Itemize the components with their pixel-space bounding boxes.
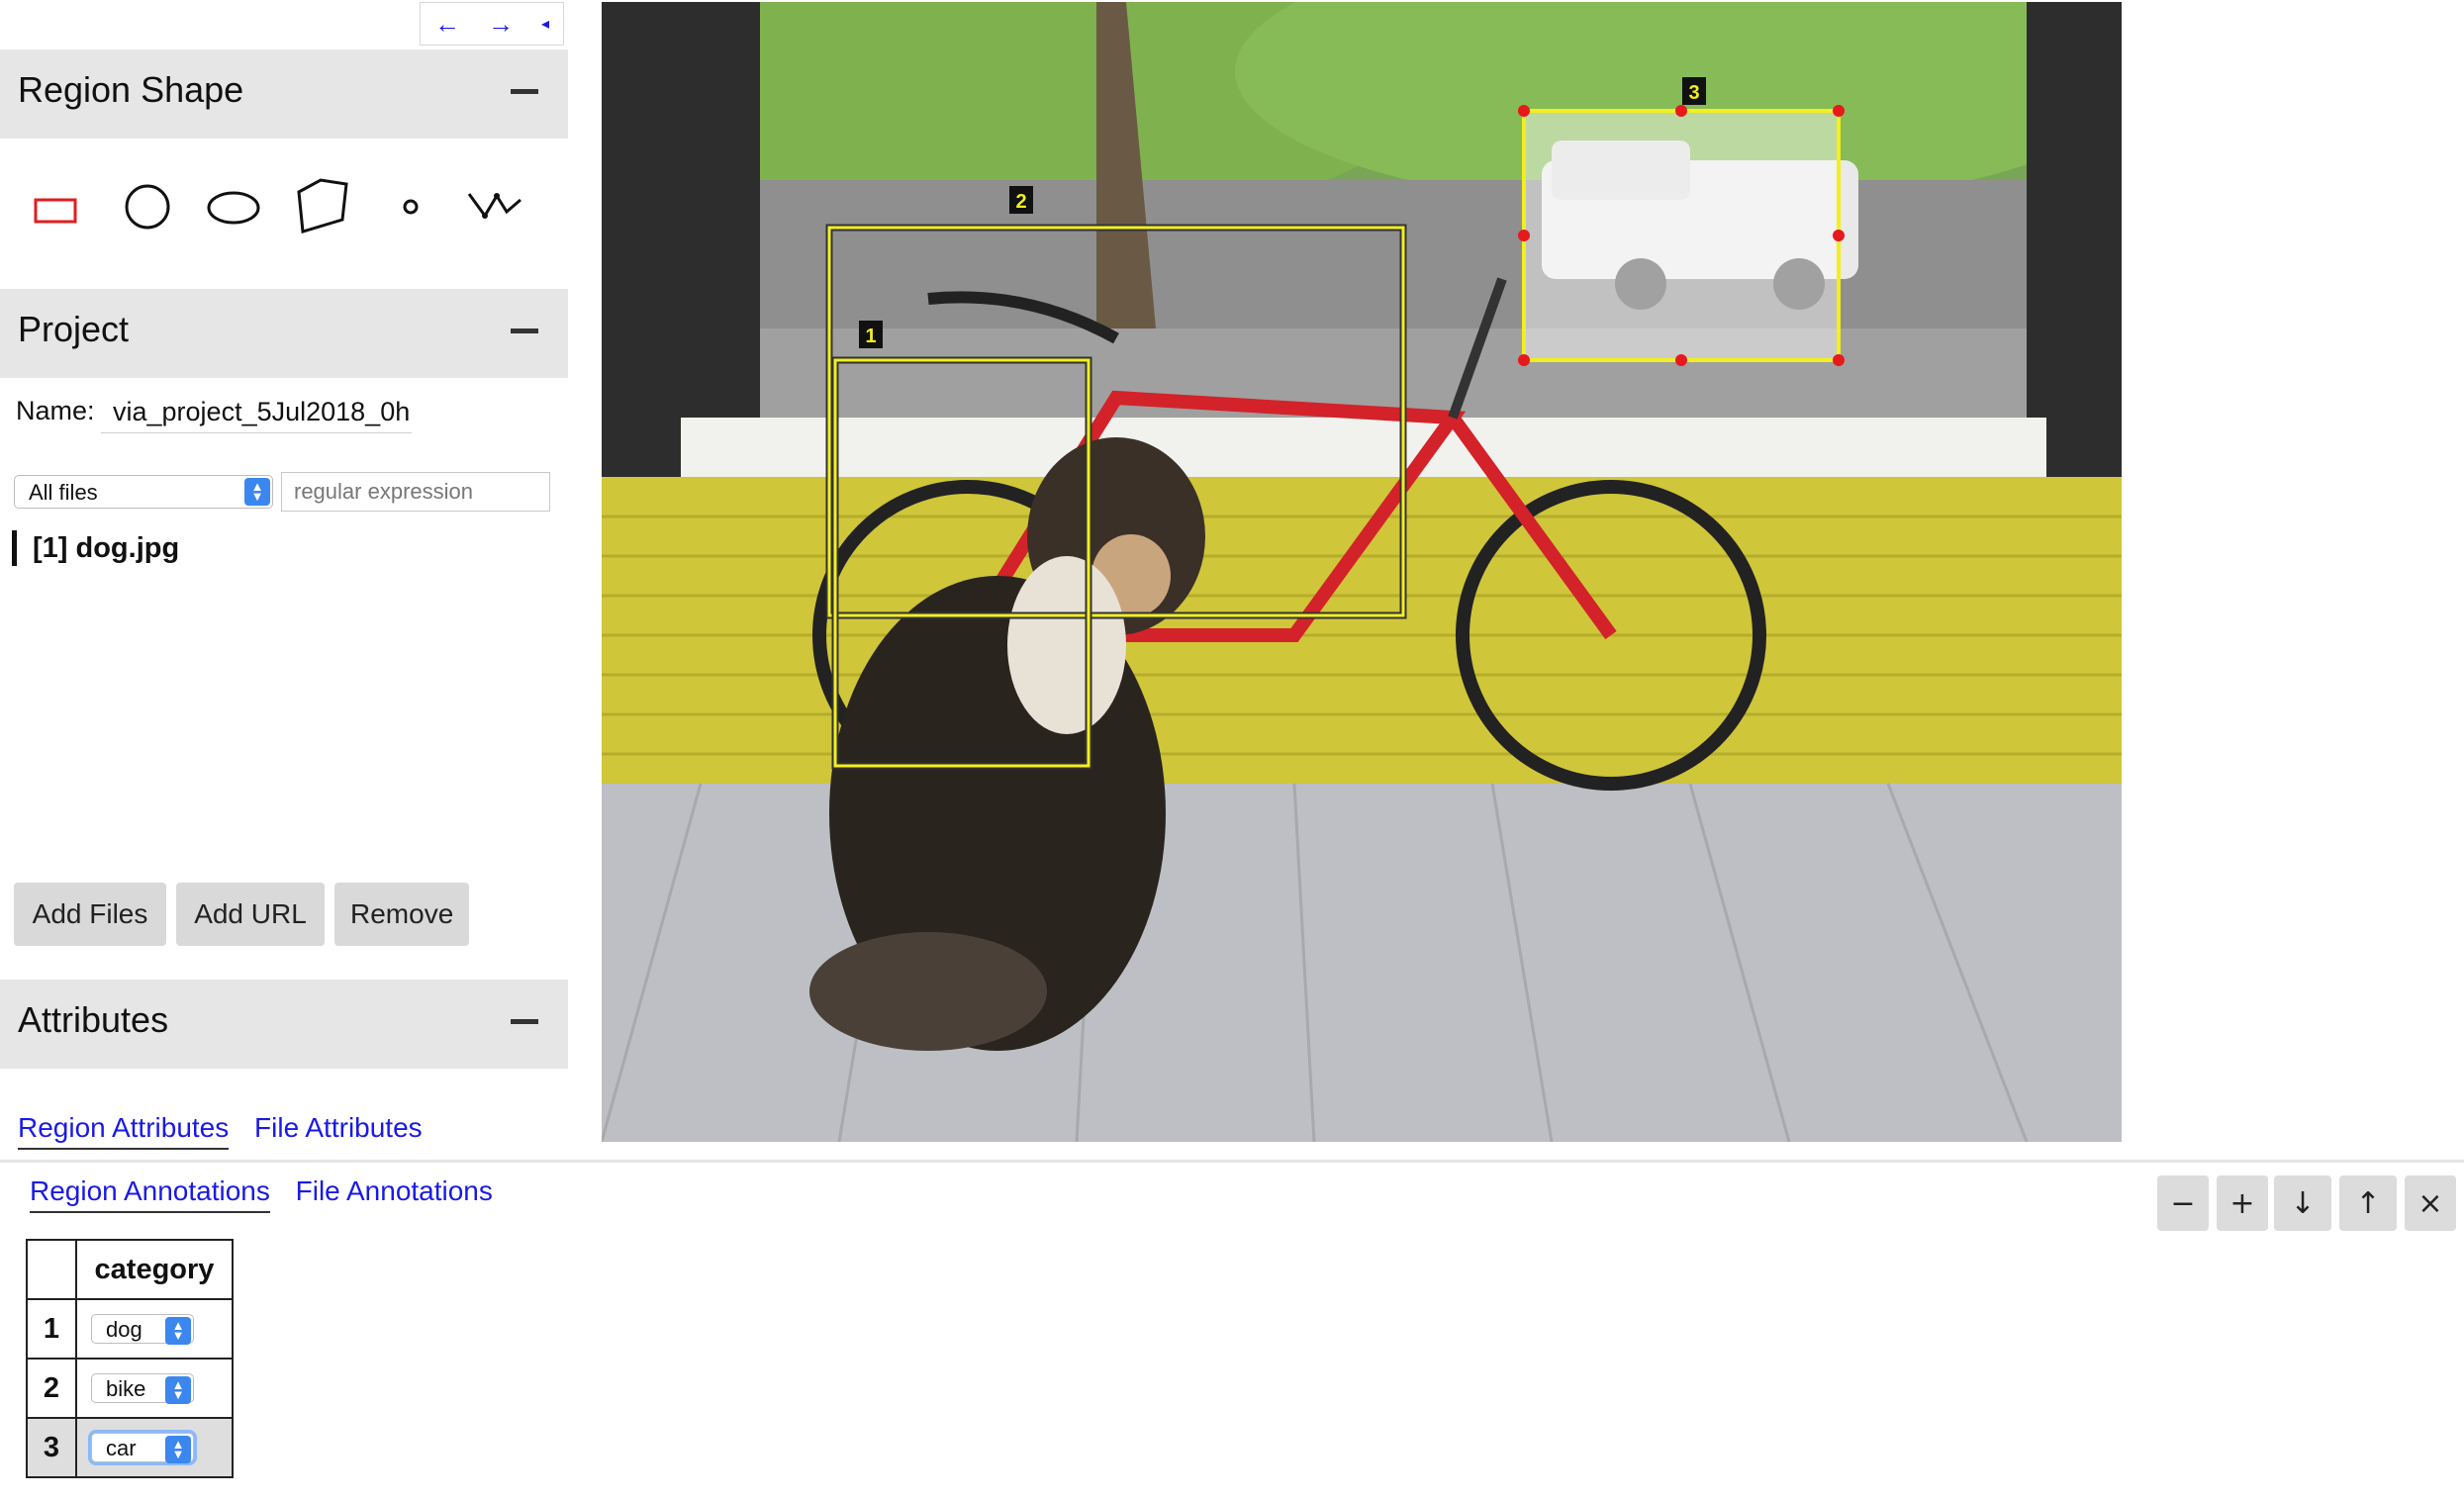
- category-cell: bike ▲ ▼: [75, 1358, 234, 1419]
- point-icon[interactable]: [398, 194, 424, 220]
- project-header[interactable]: Project: [0, 289, 568, 378]
- add-files-button[interactable]: Add Files: [14, 883, 166, 946]
- regex-filter-input[interactable]: [281, 472, 550, 512]
- tab-region-attributes[interactable]: Region Attributes: [18, 1112, 230, 1150]
- category-select-value: car: [106, 1436, 137, 1460]
- region-id-label: 2: [1015, 191, 1026, 213]
- table-row: 3 car ▲ ▼: [26, 1417, 234, 1478]
- image-canvas[interactable]: 2 1 3: [602, 2, 2122, 1142]
- category-select-value: dog: [106, 1317, 142, 1342]
- remove-button[interactable]: Remove: [334, 883, 469, 946]
- polygon-icon[interactable]: [291, 174, 352, 235]
- prev-image-arrow-icon[interactable]: ←: [434, 9, 460, 40]
- category-select[interactable]: bike ▲ ▼: [91, 1373, 194, 1404]
- region-box-3[interactable]: 3: [1518, 77, 1845, 366]
- select-arrows-icon: ▲ ▼: [244, 478, 270, 506]
- category-select[interactable]: dog ▲ ▼: [91, 1314, 194, 1345]
- tab-file-annotations[interactable]: File Annotations: [296, 1175, 493, 1211]
- attribute-tabs: Region Attributes File Attributes: [18, 1112, 440, 1150]
- annotation-table: category 1 dog ▲ ▼ 2 bike ▲ ▼ 3 car ▲ ▼: [26, 1239, 234, 1478]
- project-name-label: Name:: [16, 396, 95, 425]
- attributes-title: Attributes: [18, 999, 169, 1040]
- column-header-category: category: [75, 1239, 234, 1300]
- circle-icon[interactable]: [121, 180, 174, 234]
- grow-panel-button[interactable]: +: [2217, 1175, 2268, 1231]
- select-arrows-icon: ▲ ▼: [165, 1436, 191, 1463]
- select-arrows-icon: ▲ ▼: [165, 1317, 191, 1345]
- add-url-button[interactable]: Add URL: [176, 883, 325, 946]
- category-select[interactable]: car ▲ ▼: [91, 1433, 194, 1463]
- shrink-panel-button[interactable]: −: [2157, 1175, 2209, 1231]
- project-name-input[interactable]: [101, 392, 412, 433]
- shape-toolbar: [0, 142, 568, 281]
- tab-region-annotations[interactable]: Region Annotations: [30, 1175, 270, 1213]
- table-row: 1 dog ▲ ▼: [26, 1298, 234, 1360]
- category-cell: car ▲ ▼: [75, 1417, 234, 1478]
- collapse-minus-icon[interactable]: [511, 329, 538, 333]
- row-index: 3: [26, 1417, 77, 1478]
- move-up-button[interactable]: ↑: [2339, 1175, 2397, 1231]
- ellipse-icon[interactable]: [204, 186, 263, 230]
- category-cell: dog ▲ ▼: [75, 1298, 234, 1360]
- region-id-label: 3: [1688, 82, 1699, 104]
- region-id-label: 1: [865, 326, 876, 347]
- attributes-header[interactable]: Attributes: [0, 980, 568, 1069]
- move-down-button[interactable]: ↓: [2274, 1175, 2331, 1231]
- annotation-tabs: Region Annotations File Annotations: [30, 1175, 511, 1213]
- close-panel-button[interactable]: ×: [2405, 1175, 2456, 1231]
- image-nav: ← → ◂: [420, 2, 564, 46]
- polyline-icon[interactable]: [465, 184, 524, 224]
- left-panel: ← → ◂ Region Shape Project Name: via_pro…: [0, 0, 568, 1158]
- select-arrows-icon: ▲ ▼: [165, 1376, 191, 1404]
- collapse-minus-icon[interactable]: [511, 1019, 538, 1024]
- table-row: 2 bike ▲ ▼: [26, 1358, 234, 1419]
- annotated-image: 2 1 3: [602, 2, 2122, 1142]
- category-select-value: bike: [106, 1376, 146, 1401]
- file-filter-value: All files: [29, 480, 98, 505]
- next-image-arrow-icon[interactable]: →: [488, 9, 514, 40]
- region-shape-header[interactable]: Region Shape: [0, 49, 568, 139]
- rectangle-icon[interactable]: [32, 194, 81, 230]
- file-filter-select[interactable]: All files ▲ ▼: [14, 475, 273, 509]
- table-corner: [26, 1239, 77, 1300]
- row-index: 1: [26, 1298, 77, 1360]
- panel-divider[interactable]: [0, 1160, 2464, 1163]
- project-title: Project: [18, 309, 130, 349]
- collapse-minus-icon[interactable]: [511, 89, 538, 94]
- tab-file-attributes[interactable]: File Attributes: [254, 1112, 423, 1148]
- collapse-panel-icon[interactable]: ◂: [541, 14, 549, 34]
- file-list-item[interactable]: [1] dog.jpg: [12, 530, 179, 566]
- region-shape-title: Region Shape: [18, 69, 244, 110]
- row-index: 2: [26, 1358, 77, 1419]
